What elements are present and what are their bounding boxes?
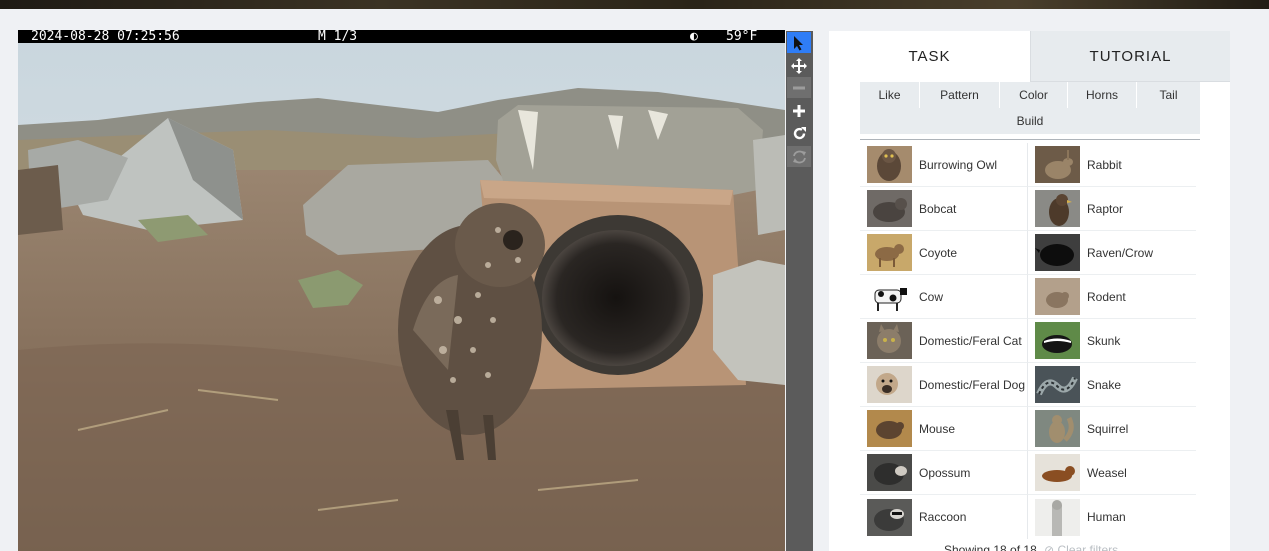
bobcat-thumbnail (867, 190, 912, 227)
choice-raptor[interactable]: Raptor (1028, 187, 1196, 231)
choice-label: Domestic/Feral Cat (919, 333, 1022, 348)
choice-label: Opossum (919, 465, 971, 480)
choice-burrowing-owl[interactable]: Burrowing Owl (860, 143, 1028, 187)
raccoon-thumbnail (867, 498, 912, 536)
zoom-in-button[interactable] (787, 100, 811, 121)
squirrel-thumbnail (1035, 410, 1080, 447)
choice-squirrel[interactable]: Squirrel (1028, 407, 1196, 451)
rotate-button[interactable] (787, 123, 811, 144)
choice-label: Mouse (919, 421, 956, 436)
subject-image[interactable]: 2024-08-28 07:25:56 M 1/3 ◐ 59°F (18, 30, 785, 551)
choice-mouse[interactable]: Mouse (860, 407, 1028, 451)
camera-timestamp: 2024-08-28 07:25:56 (31, 30, 180, 44)
choice-cow[interactable]: Cow (860, 275, 1028, 319)
pointer-icon (794, 35, 803, 50)
move-icon (791, 57, 807, 74)
filter-pattern-button[interactable]: Pattern (920, 82, 1000, 108)
camera-info-bar: 2024-08-28 07:25:56 M 1/3 ◐ 59°F (18, 30, 785, 43)
clear-filters-label: Clear filters (1057, 543, 1119, 551)
choice-weasel[interactable]: Weasel (1028, 451, 1196, 495)
filter-horns-button[interactable]: Horns (1068, 82, 1137, 108)
choice-label: Bobcat (919, 201, 957, 216)
coyote-thumbnail (867, 234, 912, 271)
burrowing-owl-thumbnail (867, 146, 912, 183)
choice-human[interactable]: Human (1028, 495, 1196, 539)
choice-label: Rabbit (1087, 157, 1122, 172)
choice-domestic-feral-dog[interactable]: Domestic/Feral Dog (860, 363, 1028, 407)
choice-label: Weasel (1087, 465, 1127, 480)
cow-thumbnail (867, 278, 912, 315)
choice-snake[interactable]: Snake (1028, 363, 1196, 407)
choice-opossum[interactable]: Opossum (860, 451, 1028, 495)
skunk-thumbnail (1035, 322, 1080, 359)
choice-bobcat[interactable]: Bobcat (860, 187, 1028, 231)
showing-count: Showing 18 of 18 ⊘ Clear filters (944, 543, 1118, 551)
choice-rabbit[interactable]: Rabbit (1028, 143, 1196, 187)
reset-icon (792, 150, 806, 163)
choice-label: Coyote (919, 245, 958, 260)
filter-divider (860, 139, 1200, 140)
choice-label: Skunk (1087, 333, 1121, 348)
zoom-in-icon (793, 104, 805, 117)
task-panel: TASK TUTORIAL Like Pattern Color Horns T… (829, 31, 1230, 551)
choice-raccoon[interactable]: Raccoon (860, 495, 1028, 539)
choice-label: Domestic/Feral Dog (919, 377, 1026, 392)
filter-like-button[interactable]: Like (860, 82, 920, 108)
opossum-thumbnail (867, 454, 912, 491)
choice-label: Raccoon (919, 510, 967, 524)
rotate-icon (793, 127, 806, 140)
domestic-feral-dog-thumbnail (867, 366, 912, 403)
choice-raven-crow[interactable]: Raven/Crow (1028, 231, 1196, 275)
top-banner (0, 0, 1269, 9)
tab-task[interactable]: TASK (829, 31, 1030, 82)
zoom-out-icon (793, 86, 805, 89)
choice-label: Human (1087, 510, 1126, 524)
choice-rodent[interactable]: Rodent (1028, 275, 1196, 319)
camera-trap-photo (18, 30, 785, 551)
camera-temperature: 59°F (726, 30, 758, 44)
camera-mode: M 1/3 (318, 30, 358, 44)
choice-domestic-feral-cat[interactable]: Domestic/Feral Cat (860, 319, 1028, 363)
clear-filters-link[interactable]: ⊘ Clear filters (1044, 543, 1118, 551)
raven-crow-thumbnail (1035, 234, 1080, 271)
domestic-feral-cat-thumbnail (867, 322, 912, 359)
choice-label: Cow (919, 289, 944, 304)
choice-coyote[interactable]: Coyote (860, 231, 1028, 275)
filter-tail-button[interactable]: Tail (1137, 82, 1200, 108)
human-thumbnail (1035, 498, 1080, 536)
rabbit-thumbnail (1035, 146, 1080, 183)
snake-thumbnail (1035, 366, 1080, 403)
choice-label: Raven/Crow (1087, 245, 1154, 260)
raptor-thumbnail (1035, 190, 1080, 227)
showing-count-text: Showing 18 of 18 (944, 543, 1037, 551)
zoom-out-button[interactable] (787, 77, 811, 98)
tab-tutorial[interactable]: TUTORIAL (1030, 31, 1230, 82)
moon-phase-icon: ◐ (690, 30, 698, 44)
choice-label: Snake (1087, 377, 1122, 392)
reset-button[interactable] (787, 146, 811, 167)
choice-label: Burrowing Owl (919, 157, 998, 172)
filter-build-button[interactable]: Build (860, 108, 1200, 134)
pointer-tool-button[interactable] (787, 32, 811, 53)
choice-label: Raptor (1087, 201, 1124, 216)
choice-label: Rodent (1087, 289, 1126, 304)
choice-label: Squirrel (1087, 421, 1129, 436)
mouse-thumbnail (867, 410, 912, 447)
image-toolbar (786, 31, 813, 551)
choice-skunk[interactable]: Skunk (1028, 319, 1196, 363)
rodent-thumbnail (1035, 278, 1080, 315)
characteristic-filters: Like Pattern Color Horns Tail Build (860, 82, 1200, 134)
weasel-thumbnail (1035, 454, 1080, 491)
filter-color-button[interactable]: Color (1000, 82, 1068, 108)
move-tool-button[interactable] (787, 55, 811, 76)
